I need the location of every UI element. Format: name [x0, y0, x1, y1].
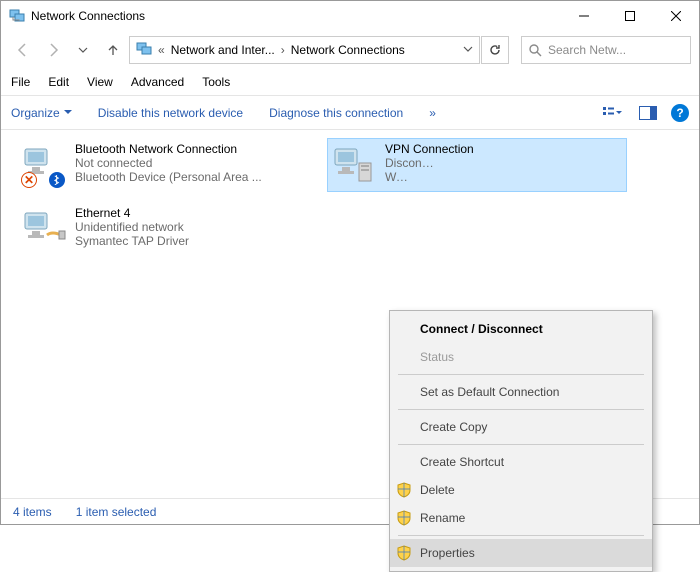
connection-name: Ethernet 4 [75, 206, 189, 220]
chevron-right-icon: › [281, 43, 285, 57]
bluetooth-badge-icon [49, 172, 65, 188]
window-title: Network Connections [31, 9, 561, 23]
toolbar-overflow-button[interactable]: » [429, 106, 436, 120]
status-item-count: 4 items [13, 505, 52, 519]
preview-pane-button[interactable] [635, 102, 661, 124]
menu-file[interactable]: File [11, 75, 30, 89]
connection-name: VPN Connection [385, 142, 474, 156]
connection-device: WAN Miniport (IKEv2) [385, 170, 415, 184]
menu-bar: File Edit View Advanced Tools [1, 69, 699, 96]
diagnose-button[interactable]: Diagnose this connection [269, 106, 403, 120]
context-delete[interactable]: Delete [390, 476, 652, 504]
organize-label: Organize [11, 106, 60, 120]
back-button[interactable] [9, 36, 37, 64]
recent-locations-button[interactable] [69, 36, 97, 64]
context-create-shortcut[interactable]: Create Shortcut [390, 448, 652, 476]
separator [398, 444, 644, 445]
refresh-button[interactable] [481, 36, 509, 64]
context-delete-label: Delete [420, 483, 455, 497]
network-adapter-icon: ✕ [21, 142, 69, 188]
up-button[interactable] [99, 36, 127, 64]
connection-item[interactable]: ✕ Bluetooth Network Connection Not conne… [17, 138, 317, 192]
connection-status: Unidentified network [75, 220, 189, 234]
disable-device-button[interactable]: Disable this network device [98, 106, 243, 120]
shield-icon [396, 545, 412, 561]
breadcrumb-item-current[interactable]: Network Connections [291, 43, 405, 57]
titlebar: Network Connections [1, 1, 699, 31]
search-icon [528, 43, 542, 57]
menu-edit[interactable]: Edit [48, 75, 69, 89]
connection-status: Not connected [75, 156, 262, 170]
minimize-button[interactable] [561, 1, 607, 31]
connection-device: Symantec TAP Driver [75, 234, 189, 248]
close-button[interactable] [653, 1, 699, 31]
toolbar: Organize Disable this network device Dia… [1, 96, 699, 130]
organize-button[interactable]: Organize [11, 106, 72, 120]
context-set-default[interactable]: Set as Default Connection [390, 378, 652, 406]
address-row: « Network and Inter... › Network Connect… [1, 31, 699, 69]
shield-icon [396, 510, 412, 526]
connection-name: Bluetooth Network Connection [75, 142, 262, 156]
context-properties[interactable]: Properties [390, 539, 652, 567]
maximize-button[interactable] [607, 1, 653, 31]
chevron-down-icon [64, 109, 72, 117]
shield-icon [396, 482, 412, 498]
menu-tools[interactable]: Tools [202, 75, 230, 89]
network-adapter-icon [21, 206, 69, 252]
connection-item[interactable]: Ethernet 4 Unidentified network Symantec… [17, 202, 317, 256]
connection-status: Disconnected [385, 156, 435, 170]
context-rename-label: Rename [420, 511, 465, 525]
breadcrumb-prev-chevrons: « [158, 43, 165, 57]
address-box[interactable]: « Network and Inter... › Network Connect… [129, 36, 480, 64]
context-rename[interactable]: Rename [390, 504, 652, 532]
help-button[interactable]: ? [671, 104, 689, 122]
status-selection: 1 item selected [76, 505, 157, 519]
context-connect[interactable]: Connect / Disconnect [390, 315, 652, 343]
content-area: ✕ Bluetooth Network Connection Not conne… [1, 130, 699, 264]
separator [398, 535, 644, 536]
menu-advanced[interactable]: Advanced [131, 75, 184, 89]
context-create-copy[interactable]: Create Copy [390, 413, 652, 441]
view-options-button[interactable] [599, 102, 625, 124]
separator [398, 409, 644, 410]
menu-view[interactable]: View [87, 75, 113, 89]
location-icon [136, 41, 152, 60]
search-input[interactable]: Search Netw... [521, 36, 691, 64]
connection-item-selected[interactable]: VPN Connection Disconnected WAN Miniport… [327, 138, 627, 192]
connection-device: Bluetooth Device (Personal Area ... [75, 170, 262, 184]
context-properties-label: Properties [420, 546, 475, 560]
context-status: Status [390, 343, 652, 371]
forward-button[interactable] [39, 36, 67, 64]
search-placeholder: Search Netw... [548, 43, 626, 57]
breadcrumb-item-prev[interactable]: Network and Inter... [171, 43, 275, 57]
separator [398, 374, 644, 375]
address-dropdown-button[interactable] [463, 43, 473, 57]
context-menu: Connect / Disconnect Status Set as Defau… [389, 310, 653, 572]
app-icon [9, 8, 25, 24]
disconnected-badge-icon: ✕ [21, 172, 37, 188]
network-adapter-icon [331, 142, 379, 188]
